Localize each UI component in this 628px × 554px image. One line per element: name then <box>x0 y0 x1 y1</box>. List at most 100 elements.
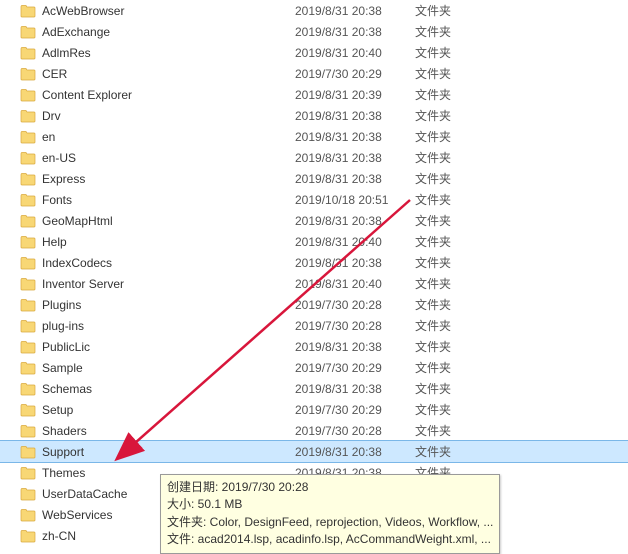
name-cell: AdExchange <box>20 25 295 39</box>
type-cell: 文件夹 <box>415 65 495 82</box>
folder-row[interactable]: Support2019/8/31 20:38文件夹 <box>0 441 628 462</box>
folder-icon <box>20 298 36 312</box>
folder-name: en <box>42 130 55 144</box>
folder-name: Support <box>42 445 84 459</box>
folder-icon <box>20 130 36 144</box>
folder-row[interactable]: PublicLic2019/8/31 20:38文件夹 <box>0 336 628 357</box>
type-cell: 文件夹 <box>415 380 495 397</box>
folder-icon <box>20 382 36 396</box>
date-cell: 2019/7/30 20:29 <box>295 361 415 375</box>
folder-name: Sample <box>42 361 83 375</box>
name-cell: AdlmRes <box>20 46 295 60</box>
folder-tooltip: 创建日期: 2019/7/30 20:28 大小: 50.1 MB 文件夹: C… <box>160 474 500 554</box>
date-cell: 2019/7/30 20:28 <box>295 319 415 333</box>
folder-name: AcWebBrowser <box>42 4 124 18</box>
folder-name: AdlmRes <box>42 46 91 60</box>
folder-row[interactable]: plug-ins2019/7/30 20:28文件夹 <box>0 315 628 336</box>
folder-row[interactable]: Inventor Server2019/8/31 20:40文件夹 <box>0 273 628 294</box>
type-cell: 文件夹 <box>415 149 495 166</box>
date-cell: 2019/8/31 20:38 <box>295 130 415 144</box>
folder-row[interactable]: Drv2019/8/31 20:38文件夹 <box>0 105 628 126</box>
folder-icon <box>20 25 36 39</box>
folder-name: Plugins <box>42 298 81 312</box>
folder-row[interactable]: Fonts 2019/10/18 20:51文件夹 <box>0 189 628 210</box>
folder-row[interactable]: en 2019/8/31 20:38文件夹 <box>0 126 628 147</box>
folder-row[interactable]: Content Explorer2019/8/31 20:39文件夹 <box>0 84 628 105</box>
name-cell: Plugins <box>20 298 295 312</box>
date-cell: 2019/7/30 20:29 <box>295 67 415 81</box>
folder-row[interactable]: AdlmRes 2019/8/31 20:40文件夹 <box>0 42 628 63</box>
date-cell: 2019/8/31 20:40 <box>295 46 415 60</box>
folder-row[interactable]: Schemas2019/8/31 20:38文件夹 <box>0 378 628 399</box>
folder-icon <box>20 46 36 60</box>
date-cell: 2019/8/31 20:38 <box>295 340 415 354</box>
folder-icon <box>20 403 36 417</box>
folder-name: plug-ins <box>42 319 84 333</box>
date-cell: 2019/7/30 20:28 <box>295 424 415 438</box>
folder-name: AdExchange <box>42 25 110 39</box>
folder-icon <box>20 235 36 249</box>
type-cell: 文件夹 <box>415 422 495 439</box>
name-cell: Content Explorer <box>20 88 295 102</box>
folder-name: Schemas <box>42 382 92 396</box>
folder-row[interactable]: AdExchange2019/8/31 20:38文件夹 <box>0 21 628 42</box>
folder-icon <box>20 529 36 543</box>
date-cell: 2019/8/31 20:38 <box>295 256 415 270</box>
tooltip-created: 创建日期: 2019/7/30 20:28 <box>167 479 493 496</box>
folder-name: Fonts <box>42 193 72 207</box>
folder-icon <box>20 466 36 480</box>
name-cell: en-US <box>20 151 295 165</box>
folder-icon <box>20 445 36 459</box>
date-cell: 2019/10/18 20:51 <box>295 193 415 207</box>
type-cell: 文件夹 <box>415 191 495 208</box>
date-cell: 2019/8/31 20:38 <box>295 25 415 39</box>
folder-row[interactable]: GeoMapHtml2019/8/31 20:38文件夹 <box>0 210 628 231</box>
folder-name: GeoMapHtml <box>42 214 113 228</box>
date-cell: 2019/7/30 20:29 <box>295 403 415 417</box>
folder-name: en-US <box>42 151 76 165</box>
name-cell: Shaders <box>20 424 295 438</box>
name-cell: Support <box>20 445 295 459</box>
folder-row[interactable]: CER2019/7/30 20:29文件夹 <box>0 63 628 84</box>
type-cell: 文件夹 <box>415 86 495 103</box>
type-cell: 文件夹 <box>415 128 495 145</box>
date-cell: 2019/7/30 20:28 <box>295 298 415 312</box>
folder-row[interactable]: Sample 2019/7/30 20:29文件夹 <box>0 357 628 378</box>
name-cell: Setup <box>20 403 295 417</box>
folder-name: Setup <box>42 403 73 417</box>
folder-icon <box>20 214 36 228</box>
type-cell: 文件夹 <box>415 2 495 19</box>
folder-name: IndexCodecs <box>42 256 112 270</box>
folder-icon <box>20 67 36 81</box>
name-cell: Schemas <box>20 382 295 396</box>
folder-row[interactable]: Help2019/8/31 20:40文件夹 <box>0 231 628 252</box>
type-cell: 文件夹 <box>415 107 495 124</box>
date-cell: 2019/8/31 20:38 <box>295 172 415 186</box>
type-cell: 文件夹 <box>415 170 495 187</box>
name-cell: plug-ins <box>20 319 295 333</box>
folder-row[interactable]: IndexCodecs2019/8/31 20:38文件夹 <box>0 252 628 273</box>
file-list: AcWebBrowser2019/8/31 20:38文件夹AdExchange… <box>0 0 628 546</box>
folder-row[interactable]: Express2019/8/31 20:38文件夹 <box>0 168 628 189</box>
folder-name: Help <box>42 235 67 249</box>
tooltip-files: 文件: acad2014.lsp, acadinfo.lsp, AcComman… <box>167 531 493 548</box>
name-cell: en <box>20 130 295 144</box>
type-cell: 文件夹 <box>415 359 495 376</box>
name-cell: Express <box>20 172 295 186</box>
folder-row[interactable]: Shaders2019/7/30 20:28文件夹 <box>0 420 628 441</box>
type-cell: 文件夹 <box>415 44 495 61</box>
folder-icon <box>20 109 36 123</box>
folder-icon <box>20 172 36 186</box>
tooltip-folders: 文件夹: Color, DesignFeed, reprojection, Vi… <box>167 514 493 531</box>
name-cell: AcWebBrowser <box>20 4 295 18</box>
folder-row[interactable]: en-US2019/8/31 20:38文件夹 <box>0 147 628 168</box>
folder-name: UserDataCache <box>42 487 127 501</box>
folder-icon <box>20 88 36 102</box>
type-cell: 文件夹 <box>415 401 495 418</box>
folder-row[interactable]: AcWebBrowser2019/8/31 20:38文件夹 <box>0 0 628 21</box>
tooltip-size: 大小: 50.1 MB <box>167 496 493 513</box>
folder-row[interactable]: Setup 2019/7/30 20:29文件夹 <box>0 399 628 420</box>
type-cell: 文件夹 <box>415 275 495 292</box>
folder-row[interactable]: Plugins2019/7/30 20:28文件夹 <box>0 294 628 315</box>
date-cell: 2019/8/31 20:40 <box>295 235 415 249</box>
